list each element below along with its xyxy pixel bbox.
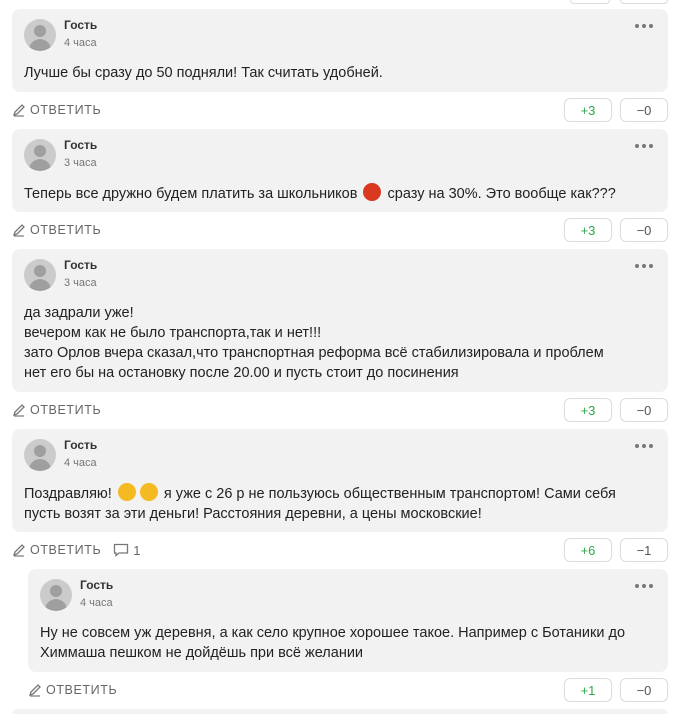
comment-actions: ОТВЕТИТЬ +3 −0	[12, 92, 668, 128]
pencil-icon	[12, 224, 25, 237]
laughing-face-emoji	[139, 483, 158, 501]
comment-author: Гость	[80, 578, 114, 592]
pencil-icon	[12, 104, 25, 117]
comment-card: Гость 3 часа да задрали уже! вечером как…	[12, 249, 668, 392]
pencil-icon	[28, 684, 41, 697]
reply-button[interactable]: ОТВЕТИТЬ	[28, 683, 117, 697]
angry-face-emoji	[363, 183, 382, 201]
comment-card: Гость 4 часа Поздравляю! я уже с 26 р не…	[12, 429, 668, 532]
comment-card: Гость 3 часа Теперь все дружно будем пла…	[12, 129, 668, 212]
more-options-icon[interactable]	[634, 263, 654, 269]
comment-text: Лучше бы сразу до 50 подняли! Так считат…	[24, 65, 383, 81]
replies-count[interactable]: 1	[113, 543, 141, 558]
laughing-face-emoji	[117, 483, 136, 501]
next-comment-card-fragment	[12, 709, 668, 714]
comment-actions: ОТВЕТИТЬ 1 +6 −1	[12, 532, 668, 568]
comment: Гость 3 часа да задрали уже! вечером как…	[12, 249, 668, 428]
avatar	[40, 579, 72, 611]
comment-text: Поздравляю! я уже с 26 р не пользуюсь об…	[24, 483, 656, 524]
comment-header: Гость 3 часа	[24, 137, 656, 173]
comment-text: Теперь все дружно будем платить за школь…	[24, 183, 656, 204]
reply-button[interactable]: ОТВЕТИТЬ	[12, 103, 101, 117]
prev-downvote-button-fragment	[620, 0, 668, 4]
avatar	[24, 139, 56, 171]
reply-label: ОТВЕТИТЬ	[46, 683, 118, 697]
downvote-button[interactable]: −1	[620, 538, 668, 562]
comment: Гость 4 часа Поздравляю! я уже с 26 р не…	[12, 429, 668, 568]
comment-header: Гость 3 часа	[24, 257, 656, 293]
upvote-button[interactable]: +1	[564, 678, 612, 702]
comment-actions: ОТВЕТИТЬ +3 −0	[12, 392, 668, 428]
upvote-button[interactable]: +6	[564, 538, 612, 562]
reply-label: ОТВЕТИТЬ	[30, 223, 102, 237]
comment-author: Гость	[64, 18, 98, 32]
reply-button[interactable]: ОТВЕТИТЬ	[12, 223, 101, 237]
avatar	[24, 259, 56, 291]
comment: Гость 4 часа Лучше бы сразу до 50 поднял…	[12, 9, 668, 128]
pencil-icon	[12, 404, 25, 417]
more-options-icon[interactable]	[634, 443, 654, 449]
comment-time: 3 часа	[64, 277, 97, 289]
comment-card: Гость 4 часа Лучше бы сразу до 50 поднял…	[12, 9, 668, 92]
upvote-button[interactable]: +3	[564, 398, 612, 422]
reply-label: ОТВЕТИТЬ	[30, 543, 102, 557]
comment-header: Гость 4 часа	[24, 437, 656, 473]
downvote-button[interactable]: −0	[620, 218, 668, 242]
more-options-icon[interactable]	[634, 23, 654, 29]
comment-header: Гость 4 часа	[24, 17, 656, 53]
comment-actions: ОТВЕТИТЬ +3 −0	[12, 212, 668, 248]
downvote-button[interactable]: −0	[620, 98, 668, 122]
comment-author: Гость	[64, 258, 98, 272]
comment-actions: ОТВЕТИТЬ +1 −0	[28, 672, 668, 708]
reply-button[interactable]: ОТВЕТИТЬ	[12, 403, 101, 417]
comment-header: Гость 4 часа	[40, 577, 656, 613]
comment-time: 4 часа	[64, 37, 97, 49]
comment-author: Гость	[64, 138, 98, 152]
pencil-icon	[12, 544, 25, 557]
comment-card: Гость 4 часа Ну не совсем уж деревня, а …	[28, 569, 668, 672]
comment-text: Ну не совсем уж деревня, а как село круп…	[40, 625, 626, 661]
avatar	[24, 19, 56, 51]
more-options-icon[interactable]	[634, 143, 654, 149]
comment-bubble-icon	[114, 543, 129, 557]
comment-text: да задрали уже! вечером как не было тран…	[24, 305, 604, 381]
more-options-icon[interactable]	[634, 583, 654, 589]
downvote-button[interactable]: −0	[620, 678, 668, 702]
reply-button[interactable]: ОТВЕТИТЬ	[12, 543, 101, 557]
comment-time: 3 часа	[64, 157, 97, 169]
comment-time: 4 часа	[64, 457, 97, 469]
upvote-button[interactable]: +3	[564, 218, 612, 242]
downvote-button[interactable]: −0	[620, 398, 668, 422]
comment-time: 4 часа	[80, 597, 113, 609]
avatar	[24, 439, 56, 471]
comment-author: Гость	[64, 438, 98, 452]
prev-upvote-button-fragment	[570, 0, 610, 4]
comment: Гость 3 часа Теперь все дружно будем пла…	[12, 129, 668, 248]
upvote-button[interactable]: +3	[564, 98, 612, 122]
reply-label: ОТВЕТИТЬ	[30, 103, 102, 117]
reply-comment: Гость 4 часа Ну не совсем уж деревня, а …	[28, 569, 668, 708]
reply-label: ОТВЕТИТЬ	[30, 403, 102, 417]
